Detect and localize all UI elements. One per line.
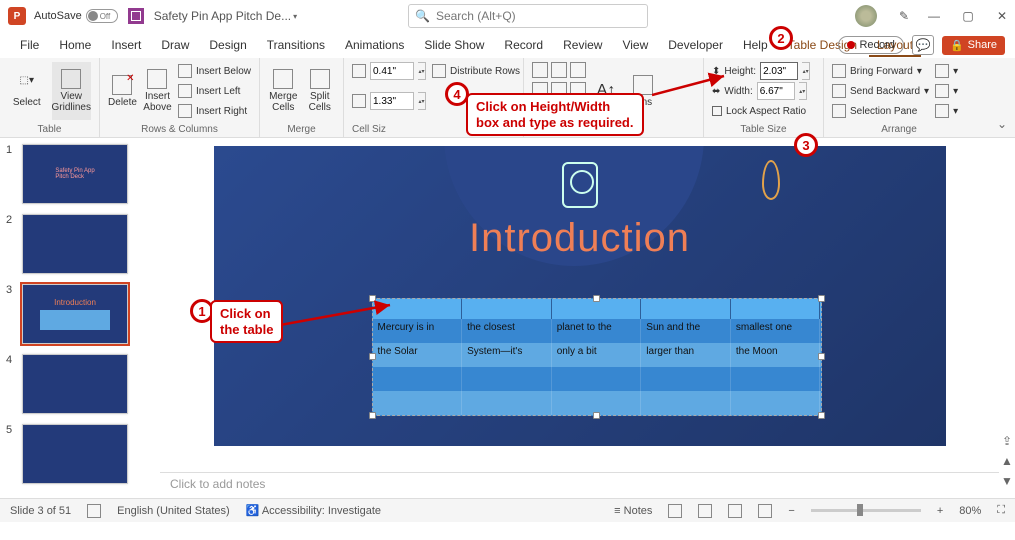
view-slideshow-icon[interactable] — [758, 504, 772, 518]
search-input[interactable]: 🔍 Search (Alt+Q) — [408, 4, 648, 28]
tab-design[interactable]: Design — [201, 34, 254, 56]
spellcheck-icon[interactable] — [87, 504, 101, 518]
app-icon: P — [8, 7, 26, 25]
notes-toggle[interactable]: ≡ Notes — [614, 505, 652, 517]
table-cell[interactable]: planet to the — [552, 319, 642, 343]
tab-animations[interactable]: Animations — [337, 34, 412, 56]
table-cell[interactable]: larger than — [641, 343, 731, 367]
group-rows-columns: Rows & Columns — [108, 124, 251, 135]
view-sorter-icon[interactable] — [698, 504, 712, 518]
zoom-out[interactable]: − — [788, 505, 794, 517]
table-cell[interactable]: Mercury is in — [373, 319, 463, 343]
language-status[interactable]: English (United States) — [117, 505, 230, 517]
accessibility-status[interactable]: ♿ Accessibility: Investigate — [246, 504, 381, 517]
cell-width-input[interactable] — [370, 92, 414, 110]
avatar[interactable] — [855, 5, 877, 27]
thumbnail-panel[interactable]: 1Safety Pin AppPitch Deck 2 3Introductio… — [0, 138, 160, 498]
pen-icon[interactable]: ✎ — [899, 9, 909, 23]
chevron-down-icon[interactable]: ▾ — [293, 12, 297, 21]
table-width-row: ⬌Width:▴▾ — [712, 82, 810, 100]
tab-review[interactable]: Review — [555, 34, 610, 56]
table-height-row: ⬍Height:▴▾ — [712, 62, 810, 80]
slide-title: Introduction — [214, 216, 946, 261]
select-button[interactable]: ⬚▾Select — [8, 62, 46, 120]
slide-counter: Slide 3 of 51 — [10, 505, 71, 517]
table-width-input[interactable] — [757, 82, 795, 100]
tab-draw[interactable]: Draw — [153, 34, 197, 56]
insert-right-button[interactable]: Insert Right — [178, 102, 251, 120]
selection-pane-button[interactable]: Selection Pane — [832, 102, 929, 120]
search-icon: 🔍 — [415, 9, 430, 23]
rotate-button[interactable]: ▾ — [935, 102, 958, 120]
table-cell[interactable]: the Solar — [373, 343, 463, 367]
thumb-5[interactable] — [22, 424, 128, 484]
minimize-button[interactable]: — — [925, 9, 943, 23]
view-reading-icon[interactable] — [728, 504, 742, 518]
height-icon: ⬍ — [712, 66, 720, 77]
thumb-2[interactable] — [22, 214, 128, 274]
maximize-button[interactable]: ▢ — [959, 9, 977, 23]
zoom-in[interactable]: + — [937, 505, 943, 517]
autosave-toggle[interactable]: AutoSave Off — [34, 9, 118, 23]
pin-icon — [762, 160, 780, 200]
phone-icon — [562, 162, 598, 208]
collapse-ribbon-icon[interactable]: ⌄ — [997, 117, 1007, 131]
insert-below-button[interactable]: Insert Below — [178, 62, 251, 80]
view-normal-icon[interactable] — [668, 504, 682, 518]
insert-left-button[interactable]: Insert Left — [178, 82, 251, 100]
align-button[interactable]: ▾ — [935, 62, 958, 80]
annotation-2-marker: 2 — [769, 26, 793, 50]
record-button[interactable]: Record — [838, 36, 903, 54]
save-icon[interactable] — [128, 8, 144, 24]
delete-button[interactable]: ✕Delete — [108, 62, 137, 120]
tab-view[interactable]: View — [614, 34, 656, 56]
autosave-label: AutoSave — [34, 10, 82, 22]
zoom-slider[interactable] — [811, 509, 921, 512]
table-cell[interactable]: only a bit — [552, 343, 642, 367]
tab-home[interactable]: Home — [51, 34, 99, 56]
table-height-input[interactable] — [760, 62, 798, 80]
vertical-scroll[interactable]: ⇪▲▼ — [999, 138, 1015, 498]
annotation-1-text: Click on the table — [210, 300, 283, 343]
notes-pane[interactable]: Click to add notes — [160, 472, 999, 498]
tab-insert[interactable]: Insert — [103, 34, 149, 56]
tab-slideshow[interactable]: Slide Show — [416, 34, 492, 56]
insert-above-button[interactable]: Insert Above — [143, 62, 172, 120]
thumb-1[interactable]: Safety Pin AppPitch Deck — [22, 144, 128, 204]
split-cells-button[interactable]: Split Cells — [305, 62, 336, 120]
close-button[interactable]: ✕ — [993, 9, 1011, 23]
cell-height-input[interactable] — [370, 62, 414, 80]
share-button[interactable]: 🔒 Share — [942, 36, 1005, 55]
tab-transitions[interactable]: Transitions — [259, 34, 333, 56]
group-button[interactable]: ▾ — [935, 82, 958, 100]
table-cell[interactable]: smallest one — [731, 319, 821, 343]
send-backward-button[interactable]: Send Backward ▾ — [832, 82, 929, 100]
annotation-3-marker: 3 — [794, 133, 818, 157]
selected-table[interactable]: Mercury is in the closest planet to the … — [372, 298, 822, 416]
width-icon: ⬌ — [712, 86, 720, 97]
distribute-rows-button[interactable]: Distribute Rows — [432, 62, 520, 80]
view-gridlines-button[interactable]: View Gridlines — [52, 62, 91, 120]
slide-canvas[interactable]: Introduction Mercury is in the closest p… — [214, 146, 946, 446]
group-table: Table — [8, 124, 91, 135]
thumb-4[interactable] — [22, 354, 128, 414]
group-arrange: Arrange — [832, 124, 966, 135]
tab-record[interactable]: Record — [496, 34, 551, 56]
table-cell[interactable]: System—it's — [462, 343, 552, 367]
thumb-3[interactable]: Introduction — [22, 284, 128, 344]
table-cell[interactable]: the closest — [462, 319, 552, 343]
bring-forward-button[interactable]: Bring Forward ▾ — [832, 62, 929, 80]
table-cell[interactable]: the Moon — [731, 343, 821, 367]
zoom-level[interactable]: 80% — [959, 505, 981, 517]
tab-file[interactable]: File — [12, 34, 47, 56]
table-cell[interactable]: Sun and the — [641, 319, 731, 343]
merge-cells-button[interactable]: Merge Cells — [268, 62, 299, 120]
lock-aspect-ratio[interactable]: Lock Aspect Ratio — [712, 102, 810, 120]
fit-window-icon[interactable]: ⛶ — [997, 504, 1005, 517]
comment-icon[interactable]: 💬 — [912, 35, 934, 55]
group-merge: Merge — [268, 124, 335, 135]
annotation-4-text: Click on Height/Width box and type as re… — [466, 93, 644, 136]
filename[interactable]: Safety Pin App Pitch De... — [154, 9, 291, 23]
tab-developer[interactable]: Developer — [660, 34, 731, 56]
